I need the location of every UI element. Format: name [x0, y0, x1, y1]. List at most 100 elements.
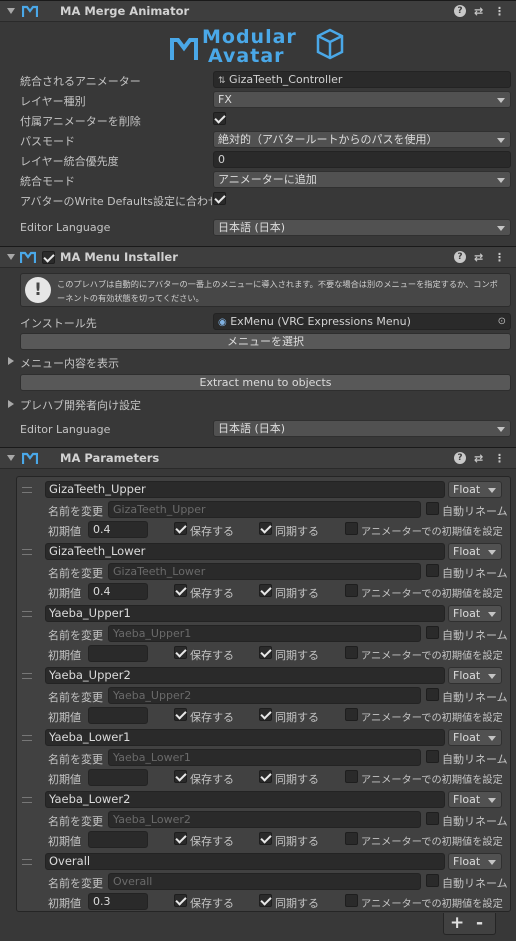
- rename-input[interactable]: Yaeba_Lower1: [108, 749, 421, 766]
- animator-default-checkbox[interactable]: [345, 708, 358, 721]
- kebab-menu-icon[interactable]: ⋮: [494, 251, 505, 264]
- merge-mode-dropdown[interactable]: アニメーターに追加: [213, 171, 511, 188]
- animator-default-checkbox[interactable]: [345, 646, 358, 659]
- extract-menu-button[interactable]: Extract menu to objects: [20, 374, 511, 391]
- save-checkbox[interactable]: [174, 894, 187, 907]
- parameter-name-input[interactable]: GizaTeeth_Lower: [45, 543, 445, 560]
- prefab-dev-settings-foldout[interactable]: プレハブ開発者向け設定: [20, 397, 141, 413]
- sync-checkbox[interactable]: [259, 894, 272, 907]
- preset-icon[interactable]: ⇄: [474, 5, 483, 18]
- add-parameter-button[interactable]: +: [450, 913, 464, 933]
- fold-arrow-icon[interactable]: [7, 8, 15, 14]
- delete-attached-checkbox[interactable]: [213, 112, 226, 125]
- parameter-name-input[interactable]: GizaTeeth_Upper: [45, 481, 445, 498]
- initial-value-input[interactable]: [88, 707, 148, 724]
- rename-input[interactable]: GizaTeeth_Upper: [108, 501, 421, 518]
- animator-default-label: アニメーターでの初期値を設定: [361, 713, 503, 724]
- drag-handle-icon[interactable]: [22, 673, 32, 679]
- parameter-name-input[interactable]: Overall: [45, 853, 445, 870]
- write-defaults-checkbox[interactable]: [213, 192, 226, 205]
- layer-type-dropdown[interactable]: FX: [213, 91, 511, 108]
- parameter-name-input[interactable]: Yaeba_Lower2: [45, 791, 445, 808]
- auto-rename-checkbox[interactable]: [426, 564, 439, 577]
- parameter-type-dropdown[interactable]: Float: [448, 791, 502, 808]
- component-enabled-checkbox[interactable]: [42, 251, 55, 264]
- merge-animator-header[interactable]: MA Merge Animator ? ⇄ ⋮: [0, 0, 516, 22]
- parameter-type-dropdown[interactable]: Float: [448, 667, 502, 684]
- initial-value-input[interactable]: 0.4: [88, 521, 148, 538]
- parameters-header[interactable]: MA Parameters ? ⇄ ⋮: [0, 447, 516, 469]
- sync-checkbox[interactable]: [259, 708, 272, 721]
- parameter-name-input[interactable]: Yaeba_Upper2: [45, 667, 445, 684]
- editor-language-dropdown[interactable]: 日本語 (日本): [213, 219, 511, 236]
- help-icon[interactable]: ?: [454, 251, 466, 263]
- save-checkbox[interactable]: [174, 522, 187, 535]
- sync-checkbox[interactable]: [259, 522, 272, 535]
- auto-rename-checkbox[interactable]: [426, 502, 439, 515]
- rename-input[interactable]: Yaeba_Upper1: [108, 625, 421, 642]
- save-checkbox[interactable]: [174, 646, 187, 659]
- initial-value-input[interactable]: 0.4: [88, 583, 148, 600]
- initial-value-input[interactable]: 0.3: [88, 893, 148, 910]
- animator-default-checkbox[interactable]: [345, 522, 358, 535]
- parameter-name-input[interactable]: Yaeba_Lower1: [45, 729, 445, 746]
- drag-handle-icon[interactable]: [22, 487, 32, 493]
- animator-default-checkbox[interactable]: [345, 584, 358, 597]
- save-checkbox[interactable]: [174, 584, 187, 597]
- initial-value-input[interactable]: [88, 769, 148, 786]
- animator-default-checkbox[interactable]: [345, 894, 358, 907]
- parameter-type-dropdown[interactable]: Float: [448, 543, 502, 560]
- rename-input[interactable]: Overall: [108, 873, 421, 890]
- parameter-type-dropdown[interactable]: Float: [448, 605, 502, 622]
- drag-handle-icon[interactable]: [22, 859, 32, 865]
- expand-arrow-icon[interactable]: [8, 357, 14, 365]
- animator-default-label: アニメーターでの初期値を設定: [361, 899, 503, 910]
- initial-value-input[interactable]: [88, 645, 148, 662]
- rename-input[interactable]: Yaeba_Lower2: [108, 811, 421, 828]
- parameter-type-dropdown[interactable]: Float: [448, 853, 502, 870]
- remove-parameter-button[interactable]: -: [476, 913, 483, 933]
- fold-arrow-icon[interactable]: [7, 455, 15, 461]
- auto-rename-checkbox[interactable]: [426, 812, 439, 825]
- show-menu-contents-foldout[interactable]: メニュー内容を表示: [20, 355, 119, 371]
- expand-arrow-icon[interactable]: [8, 400, 14, 408]
- sync-checkbox[interactable]: [259, 770, 272, 783]
- animator-default-checkbox[interactable]: [345, 832, 358, 845]
- drag-handle-icon[interactable]: [22, 611, 32, 617]
- preset-icon[interactable]: ⇄: [474, 452, 483, 465]
- kebab-menu-icon[interactable]: ⋮: [494, 452, 505, 465]
- auto-rename-checkbox[interactable]: [426, 874, 439, 887]
- editor-language-dropdown[interactable]: 日本語 (日本): [213, 420, 511, 437]
- save-checkbox[interactable]: [174, 770, 187, 783]
- sync-checkbox[interactable]: [259, 584, 272, 597]
- help-icon[interactable]: ?: [454, 452, 466, 464]
- object-picker-icon[interactable]: ⊙: [498, 314, 506, 329]
- select-menu-button[interactable]: メニューを選択: [20, 333, 511, 350]
- rename-input[interactable]: Yaeba_Upper2: [108, 687, 421, 704]
- path-mode-dropdown[interactable]: 絶対的（アバタールートからのパスを使用）: [213, 131, 511, 148]
- layer-priority-input[interactable]: 0: [213, 151, 511, 168]
- auto-rename-checkbox[interactable]: [426, 626, 439, 639]
- parameter-type-dropdown[interactable]: Float: [448, 729, 502, 746]
- install-target-field[interactable]: ◉ ExMenu (VRC Expressions Menu) ⊙: [213, 313, 511, 330]
- menu-installer-header[interactable]: MA Menu Installer ? ⇄ ⋮: [0, 246, 516, 268]
- sync-checkbox[interactable]: [259, 646, 272, 659]
- kebab-menu-icon[interactable]: ⋮: [494, 5, 505, 18]
- preset-icon[interactable]: ⇄: [474, 251, 483, 264]
- parameter-type-dropdown[interactable]: Float: [448, 481, 502, 498]
- save-checkbox[interactable]: [174, 832, 187, 845]
- initial-value-input[interactable]: [88, 831, 148, 848]
- save-checkbox[interactable]: [174, 708, 187, 721]
- animator-object-field[interactable]: ⇅ GizaTeeth_Controller: [213, 71, 511, 88]
- drag-handle-icon[interactable]: [22, 549, 32, 555]
- fold-arrow-icon[interactable]: [7, 254, 15, 260]
- drag-handle-icon[interactable]: [22, 797, 32, 803]
- drag-handle-icon[interactable]: [22, 735, 32, 741]
- auto-rename-checkbox[interactable]: [426, 688, 439, 701]
- parameter-name-input[interactable]: Yaeba_Upper1: [45, 605, 445, 622]
- sync-checkbox[interactable]: [259, 832, 272, 845]
- help-icon[interactable]: ?: [454, 5, 466, 17]
- rename-input[interactable]: GizaTeeth_Lower: [108, 563, 421, 580]
- animator-default-checkbox[interactable]: [345, 770, 358, 783]
- auto-rename-checkbox[interactable]: [426, 750, 439, 763]
